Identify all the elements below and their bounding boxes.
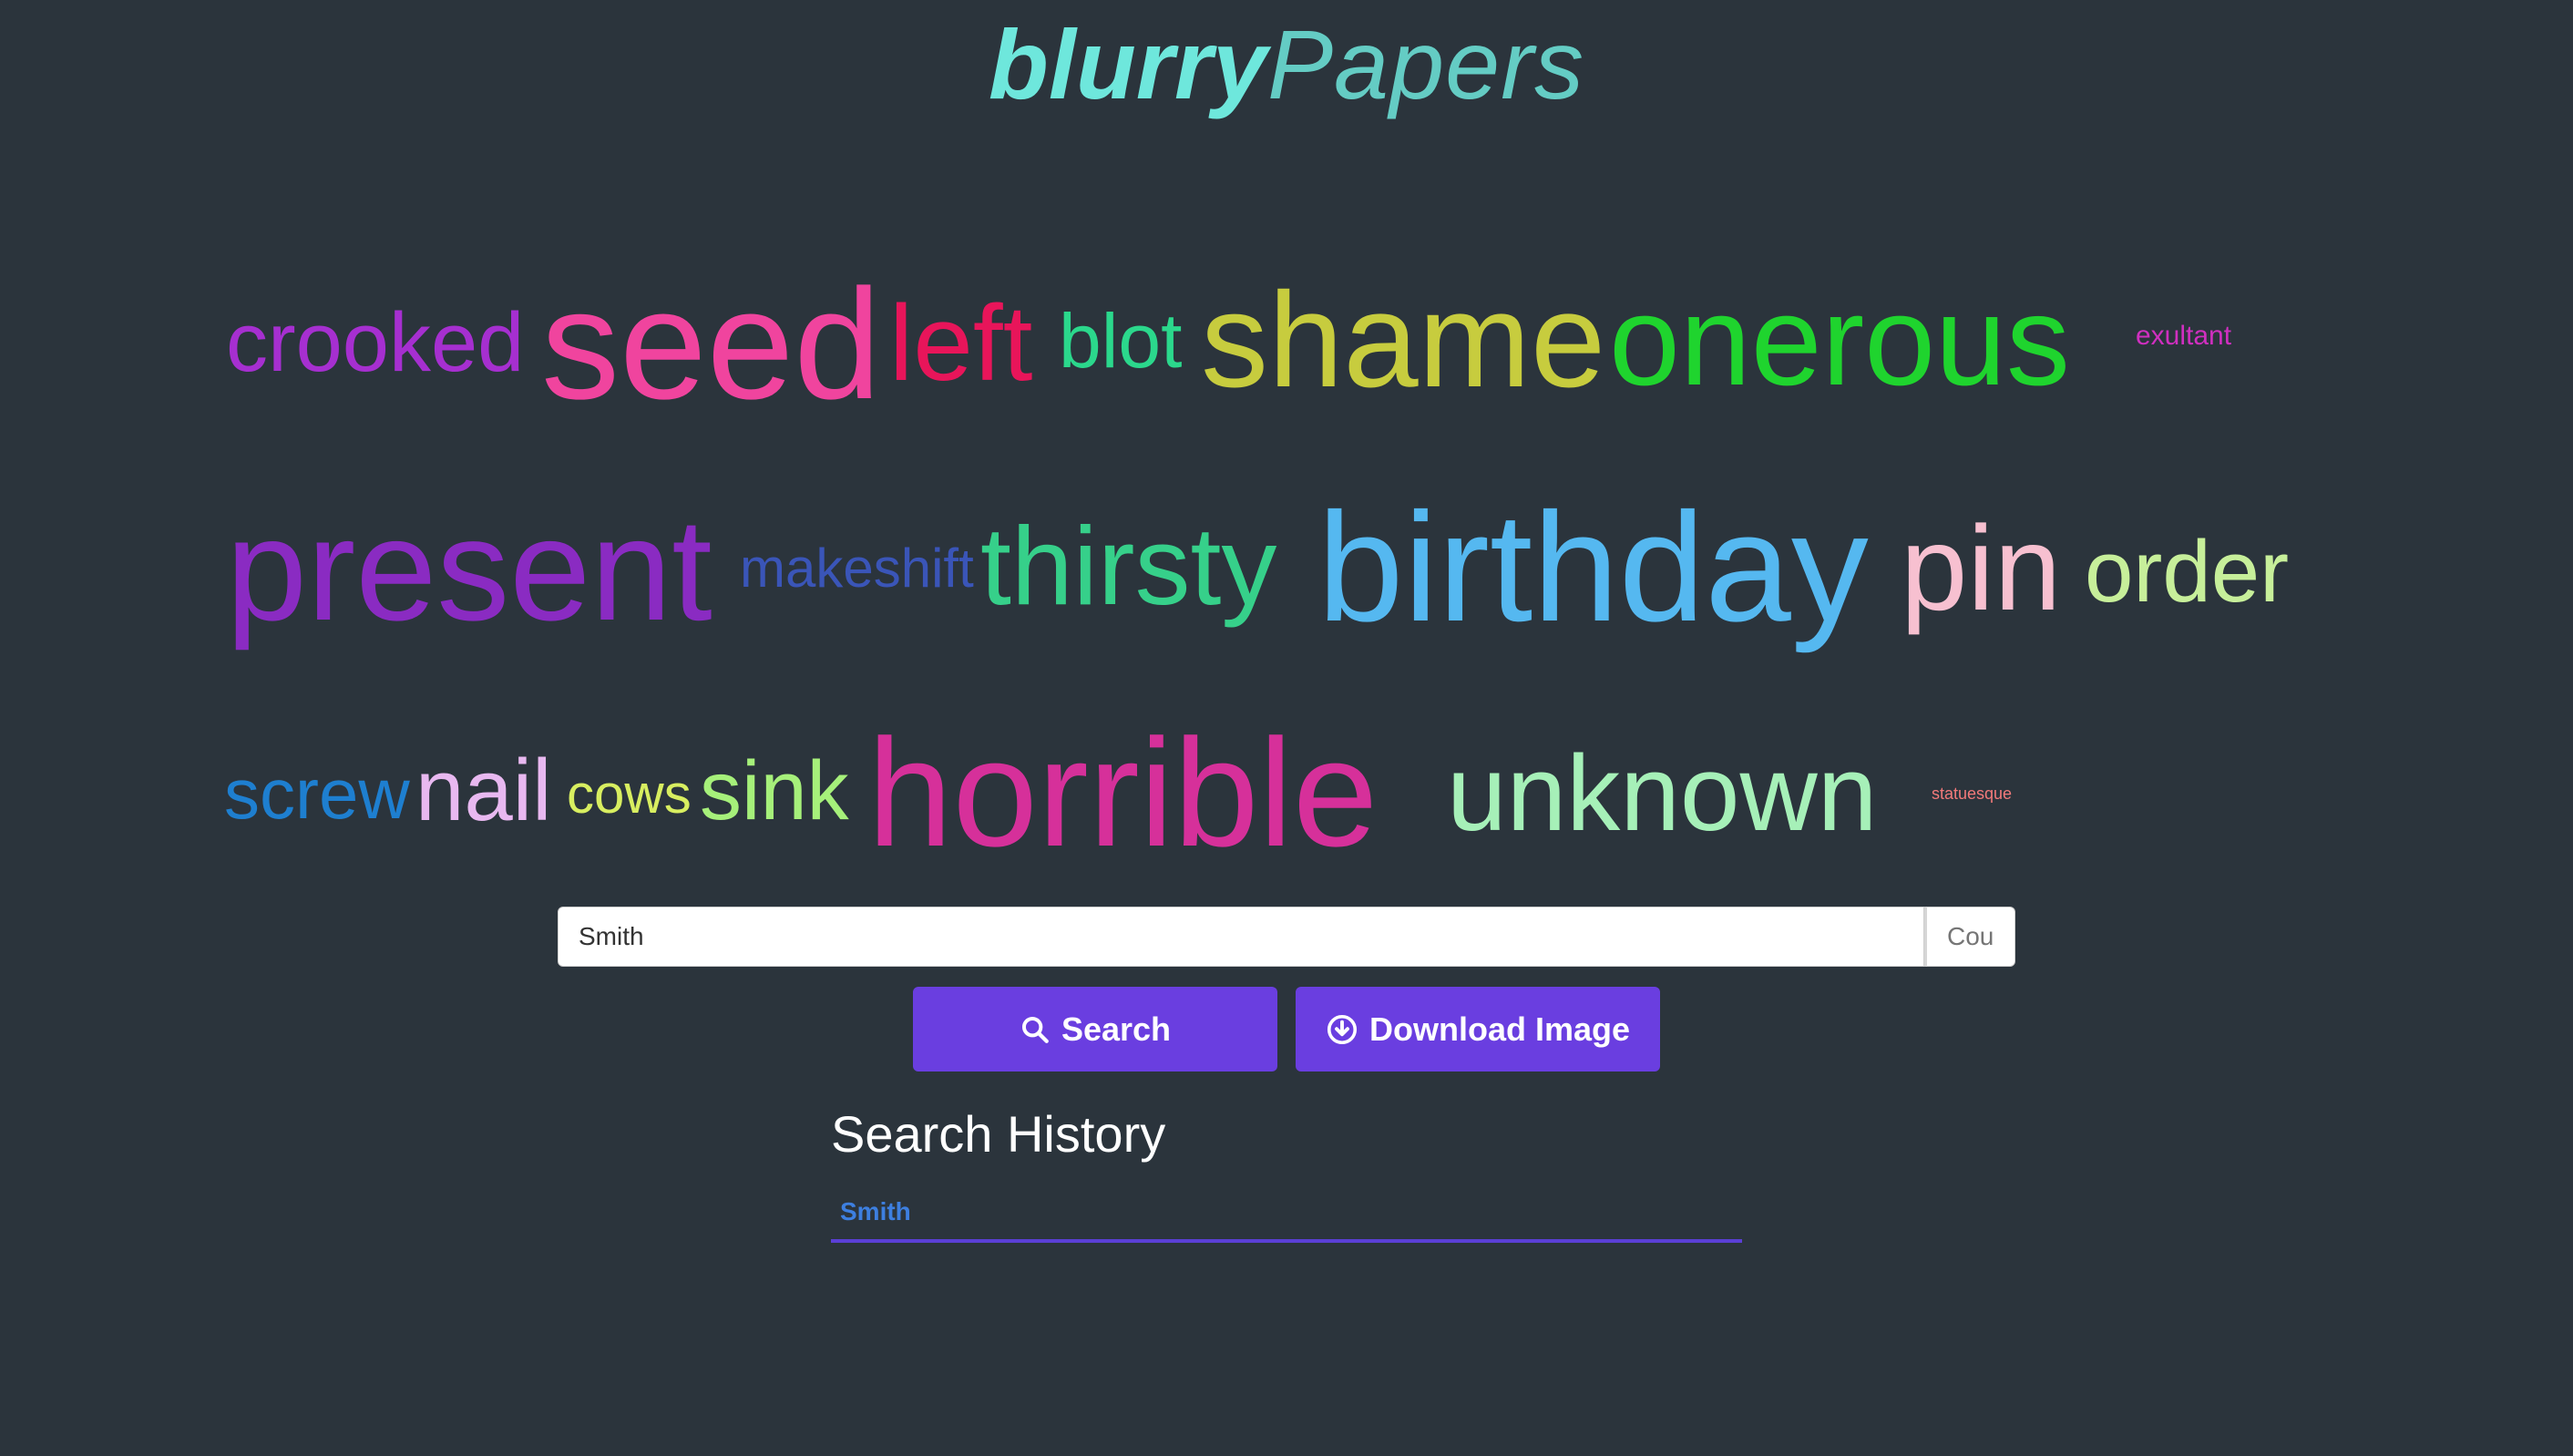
- cloud-word: sink: [700, 744, 849, 837]
- cloud-word: blot: [1059, 298, 1183, 384]
- cloud-word: thirsty: [980, 504, 1277, 628]
- cloud-word: screw: [224, 754, 410, 834]
- search-button-label: Search: [1061, 1010, 1172, 1048]
- search-history-item-label[interactable]: Smith: [840, 1197, 911, 1226]
- cloud-word: horrible: [867, 707, 1379, 878]
- search-history-item[interactable]: Smith: [831, 1194, 1742, 1243]
- download-circle-icon: [1326, 1013, 1358, 1046]
- cloud-word: unknown: [1447, 733, 1878, 854]
- cloud-word: onerous: [1609, 269, 2070, 412]
- cloud-word: left: [889, 283, 1033, 404]
- search-history-title: Search History: [831, 1105, 1166, 1163]
- download-button-label: Download Image: [1369, 1010, 1631, 1048]
- search-icon: [1020, 1014, 1051, 1045]
- cloud-word: birthday: [1317, 481, 1869, 654]
- cloud-word: crooked: [226, 296, 525, 389]
- cloud-word: statuesque: [1932, 784, 2013, 803]
- cloud-word: pin: [1901, 501, 2062, 635]
- cloud-word: present: [226, 487, 712, 651]
- search-button[interactable]: Search: [913, 987, 1277, 1071]
- count-input[interactable]: [1924, 907, 2015, 967]
- word-cloud: crooked seed left blot shame onerous exu…: [0, 0, 2573, 893]
- cloud-word: cows: [567, 764, 692, 825]
- cloud-word: seed: [541, 257, 881, 432]
- search-bar: [558, 907, 2015, 969]
- cloud-word: makeshift: [740, 538, 974, 599]
- search-input[interactable]: [558, 907, 1924, 967]
- cloud-word: shame: [1201, 265, 1606, 415]
- cloud-word: exultant: [2136, 321, 2232, 351]
- download-image-button[interactable]: Download Image: [1296, 987, 1660, 1071]
- cloud-word: order: [2085, 523, 2290, 620]
- cloud-word: nail: [415, 742, 552, 839]
